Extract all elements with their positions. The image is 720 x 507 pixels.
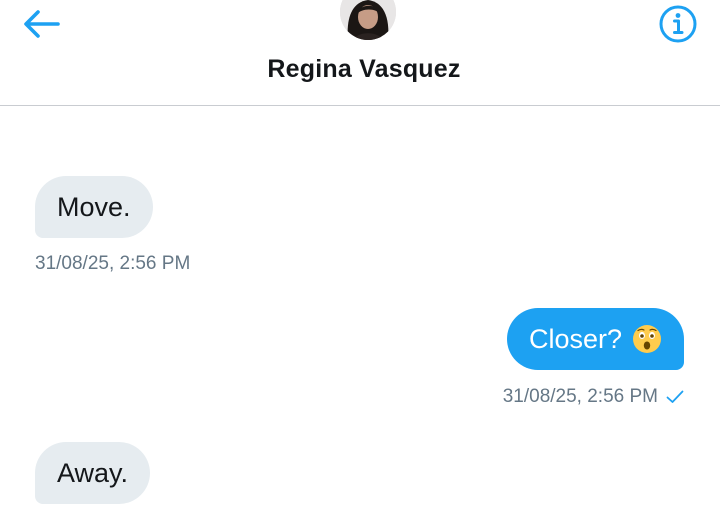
message-timestamp: 31/08/25, 2:56 PM [502, 386, 658, 407]
contact-name: Regina Vasquez [267, 55, 461, 83]
back-arrow-icon [24, 10, 60, 38]
info-icon [659, 5, 697, 43]
message-timestamp: 31/08/25, 2:56 PM [35, 253, 191, 274]
conversation-header: Regina Vasquez [0, 0, 720, 106]
message-bubble-incoming[interactable]: Away. [35, 442, 151, 504]
dm-conversation-screen: Regina Vasquez Move. 31/08/25, 2:56 PM C… [0, 0, 720, 507]
sent-check-icon [666, 390, 684, 403]
message-bubble-outgoing[interactable]: Closer? [506, 308, 684, 370]
message-text: Away. [57, 458, 129, 488]
message-bubble-incoming[interactable]: Move. [35, 176, 153, 238]
back-button[interactable] [18, 4, 64, 44]
avatar[interactable] [340, 0, 396, 40]
avatar-image [340, 0, 396, 40]
message-text: Move. [57, 192, 131, 222]
message-text: Closer? [528, 324, 622, 354]
message-timestamp-row: 31/08/25, 2:56 PM [503, 386, 684, 408]
info-button[interactable] [656, 2, 700, 46]
astonished-face-emoji-icon [633, 325, 661, 353]
